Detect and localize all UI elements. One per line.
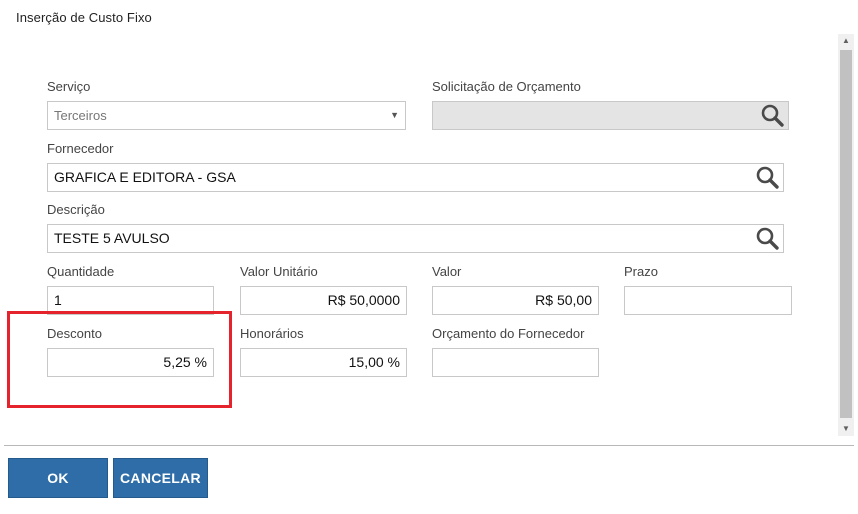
chevron-down-icon: ▼ bbox=[390, 110, 399, 120]
honorarios-label: Honorários bbox=[240, 326, 304, 341]
scrollbar-thumb[interactable] bbox=[840, 50, 852, 418]
servico-label: Serviço bbox=[47, 79, 91, 94]
solicitacao-orcamento-label: Solicitação de Orçamento bbox=[432, 79, 581, 94]
search-icon[interactable] bbox=[758, 103, 786, 128]
search-icon[interactable] bbox=[753, 165, 781, 190]
prazo-label: Prazo bbox=[624, 264, 658, 279]
search-icon[interactable] bbox=[753, 226, 781, 251]
valor-label: Valor bbox=[432, 264, 462, 279]
prazo-field[interactable] bbox=[624, 286, 792, 315]
highlight-box bbox=[7, 311, 232, 408]
vertical-scrollbar[interactable]: ▲ ▼ bbox=[838, 34, 854, 436]
fornecedor-value: GRAFICA E EDITORA - GSA bbox=[54, 169, 236, 185]
footer-divider bbox=[4, 445, 854, 446]
orcamento-fornecedor-field[interactable] bbox=[432, 348, 599, 377]
servico-value: Terceiros bbox=[54, 108, 107, 123]
fornecedor-label: Fornecedor bbox=[47, 141, 114, 156]
fornecedor-field[interactable]: GRAFICA E EDITORA - GSA bbox=[47, 163, 784, 192]
valor-unitario-label: Valor Unitário bbox=[240, 264, 318, 279]
dialog-title: Inserção de Custo Fixo bbox=[16, 10, 152, 25]
scroll-up-icon[interactable]: ▲ bbox=[838, 34, 854, 48]
honorarios-field[interactable]: 15,00 % bbox=[240, 348, 407, 377]
servico-select[interactable]: Terceiros ▼ bbox=[47, 101, 406, 130]
valor-unitario-field[interactable]: R$ 50,0000 bbox=[240, 286, 407, 315]
scroll-down-icon[interactable]: ▼ bbox=[838, 422, 854, 436]
descricao-label: Descrição bbox=[47, 202, 105, 217]
orcamento-fornecedor-label: Orçamento do Fornecedor bbox=[432, 326, 585, 341]
descricao-value: TESTE 5 AVULSO bbox=[54, 230, 170, 246]
ok-button[interactable]: OK bbox=[8, 458, 108, 498]
solicitacao-orcamento-field bbox=[432, 101, 789, 130]
descricao-field[interactable]: TESTE 5 AVULSO bbox=[47, 224, 784, 253]
valor-field[interactable]: R$ 50,00 bbox=[432, 286, 599, 315]
cancel-button[interactable]: CANCELAR bbox=[113, 458, 208, 498]
quantidade-label: Quantidade bbox=[47, 264, 115, 279]
